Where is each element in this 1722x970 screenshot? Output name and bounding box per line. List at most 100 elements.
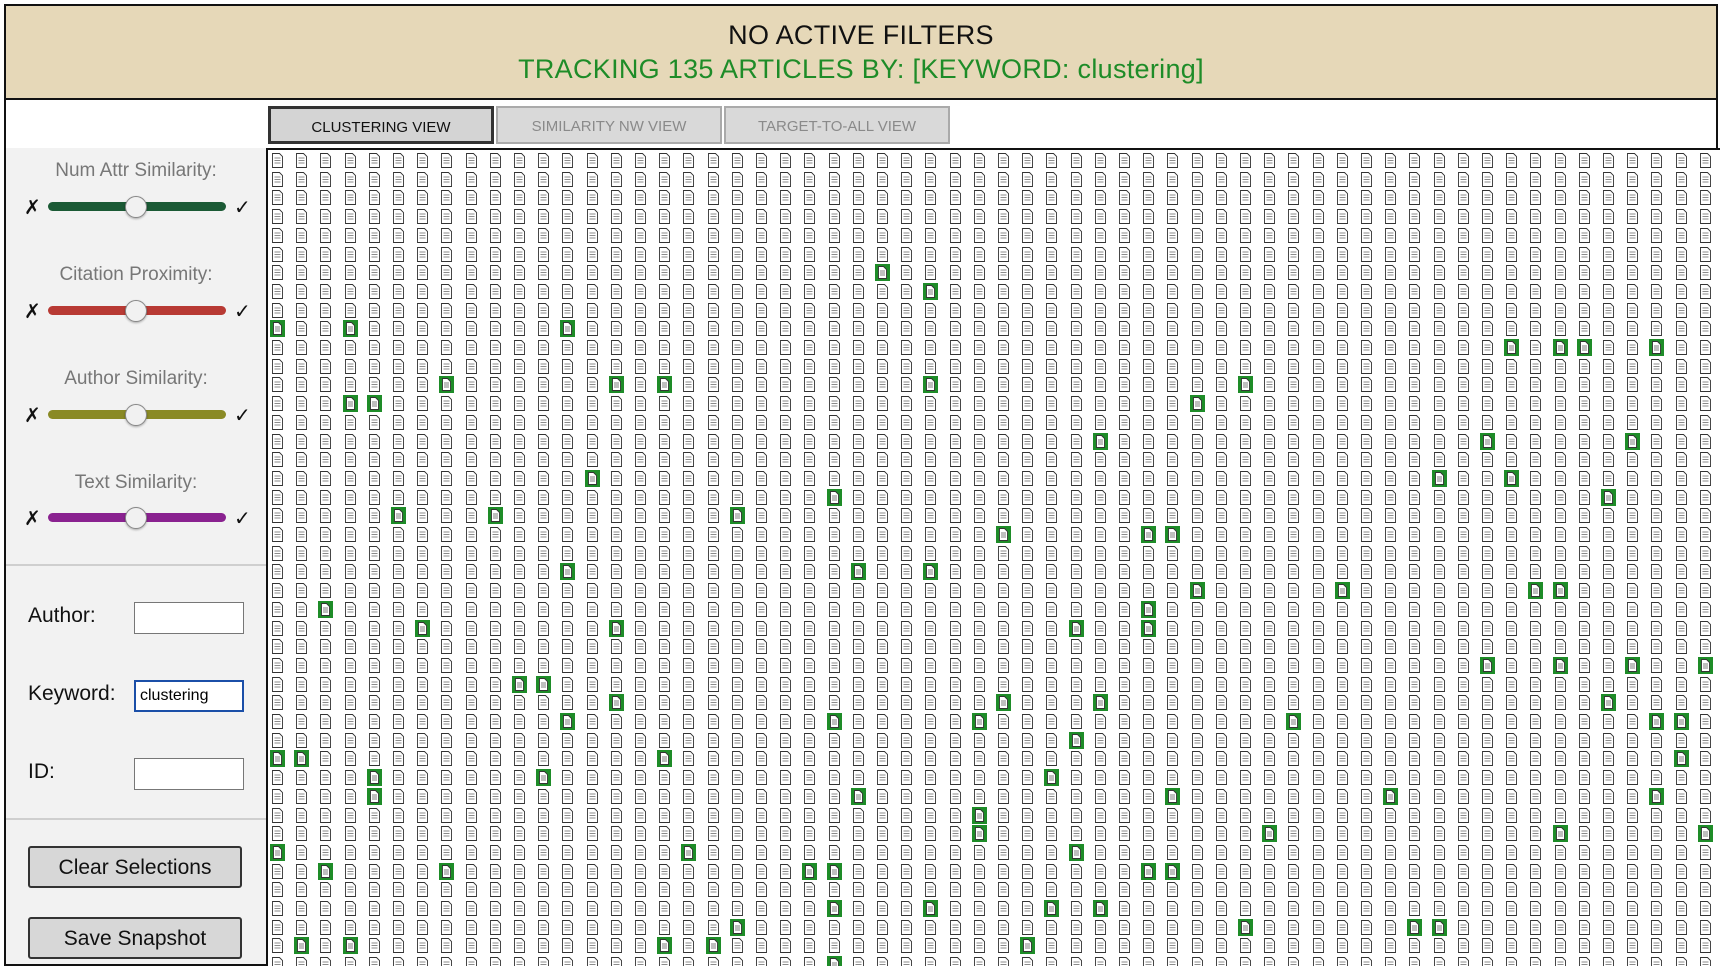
document-icon[interactable]	[756, 751, 767, 767]
document-icon[interactable]	[320, 153, 332, 168]
document-icon[interactable]	[1143, 732, 1155, 748]
document-icon[interactable]	[1361, 751, 1372, 767]
document-icon[interactable]	[368, 919, 380, 935]
document-icon[interactable]	[998, 302, 1009, 318]
document-icon[interactable]	[1627, 695, 1639, 711]
document-icon[interactable]	[780, 714, 792, 729]
document-icon[interactable]	[296, 171, 308, 187]
document-icon[interactable]	[1552, 825, 1568, 843]
document-icon[interactable]	[1143, 452, 1155, 468]
document-icon[interactable]	[683, 283, 695, 299]
document-icon[interactable]	[1119, 265, 1130, 281]
document-icon[interactable]	[949, 508, 961, 524]
document-icon[interactable]	[659, 676, 671, 692]
document-icon[interactable]	[538, 227, 550, 243]
document-icon[interactable]	[756, 957, 767, 966]
document-icon[interactable]	[514, 826, 525, 842]
document-icon[interactable]	[610, 452, 622, 468]
document-icon[interactable]	[925, 863, 937, 879]
document-icon[interactable]	[1046, 826, 1058, 842]
document-icon[interactable]	[780, 620, 792, 636]
document-icon[interactable]	[901, 396, 913, 412]
document-icon[interactable]	[1603, 807, 1614, 823]
document-icon[interactable]	[1336, 377, 1348, 393]
document-icon[interactable]	[1046, 265, 1058, 281]
document-icon[interactable]	[731, 901, 743, 916]
document-icon[interactable]	[1119, 751, 1130, 767]
document-icon[interactable]	[1167, 826, 1179, 842]
document-icon[interactable]	[1457, 695, 1469, 711]
document-icon[interactable]	[1022, 770, 1034, 786]
document-icon[interactable]	[973, 601, 985, 617]
document-icon[interactable]	[393, 377, 404, 393]
document-icon[interactable]	[344, 957, 356, 966]
document-icon[interactable]	[1651, 358, 1663, 374]
document-icon[interactable]	[852, 826, 864, 842]
document-icon[interactable]	[877, 620, 888, 636]
document-icon[interactable]	[635, 676, 646, 692]
document-icon[interactable]	[635, 283, 646, 299]
document-icon[interactable]	[1361, 882, 1372, 898]
document-icon[interactable]	[1215, 209, 1227, 225]
document-icon[interactable]	[780, 901, 792, 916]
document-icon[interactable]	[949, 714, 961, 729]
document-icon[interactable]	[439, 376, 455, 394]
document-icon[interactable]	[417, 433, 429, 449]
document-icon[interactable]	[465, 470, 477, 486]
document-icon[interactable]	[1119, 657, 1130, 673]
document-icon[interactable]	[1264, 190, 1276, 206]
document-icon[interactable]	[1312, 695, 1324, 711]
document-icon[interactable]	[1191, 807, 1203, 823]
document-icon[interactable]	[998, 489, 1009, 505]
document-icon[interactable]	[877, 807, 888, 823]
document-icon[interactable]	[925, 470, 937, 486]
document-icon[interactable]	[731, 583, 743, 599]
document-icon[interactable]	[635, 340, 646, 355]
document-icon[interactable]	[877, 938, 888, 954]
document-icon[interactable]	[780, 265, 792, 281]
document-icon[interactable]	[417, 489, 429, 505]
document-icon[interactable]	[538, 452, 550, 468]
document-icon[interactable]	[1482, 527, 1493, 542]
document-icon[interactable]	[731, 639, 743, 655]
document-icon[interactable]	[1312, 396, 1324, 412]
document-icon[interactable]	[320, 714, 332, 729]
document-icon[interactable]	[1482, 358, 1493, 374]
document-icon[interactable]	[1094, 826, 1106, 842]
document-icon[interactable]	[1046, 751, 1058, 767]
document-icon[interactable]	[1506, 714, 1518, 729]
document-icon[interactable]	[1070, 938, 1082, 954]
document-icon[interactable]	[272, 564, 283, 580]
document-icon[interactable]	[707, 321, 719, 337]
document-icon[interactable]	[1264, 246, 1276, 262]
document-icon[interactable]	[1215, 919, 1227, 935]
document-icon[interactable]	[1627, 807, 1639, 823]
document-icon[interactable]	[1119, 489, 1130, 505]
document-icon[interactable]	[852, 508, 864, 524]
document-icon[interactable]	[1699, 545, 1711, 561]
document-icon[interactable]	[441, 583, 453, 599]
document-icon[interactable]	[538, 340, 550, 355]
document-icon[interactable]	[1215, 452, 1227, 468]
document-icon[interactable]	[538, 153, 550, 168]
document-icon[interactable]	[465, 695, 477, 711]
document-icon[interactable]	[659, 620, 671, 636]
document-icon[interactable]	[828, 508, 840, 524]
document-icon[interactable]	[586, 732, 598, 748]
document-icon[interactable]	[342, 937, 358, 955]
document-icon[interactable]	[368, 190, 380, 206]
document-icon[interactable]	[1264, 695, 1276, 711]
document-icon[interactable]	[1336, 601, 1348, 617]
document-icon[interactable]	[1506, 844, 1518, 860]
keyword-input[interactable]	[134, 680, 244, 712]
document-icon[interactable]	[1191, 751, 1203, 767]
document-icon[interactable]	[1433, 657, 1445, 673]
document-icon[interactable]	[1143, 676, 1155, 692]
document-icon[interactable]	[1046, 788, 1058, 804]
document-icon[interactable]	[1651, 826, 1663, 842]
document-icon[interactable]	[852, 396, 864, 412]
document-icon[interactable]	[441, 676, 453, 692]
document-icon[interactable]	[659, 545, 671, 561]
document-icon[interactable]	[1191, 938, 1203, 954]
document-icon[interactable]	[344, 788, 356, 804]
